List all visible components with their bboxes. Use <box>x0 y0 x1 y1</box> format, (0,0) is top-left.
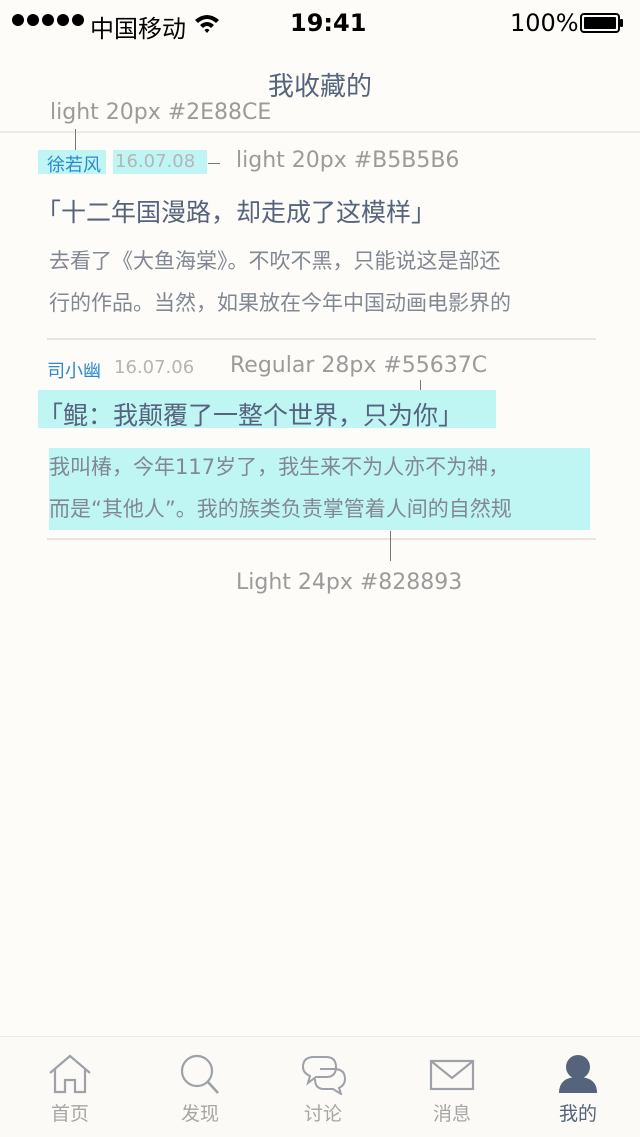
chat-icon <box>301 1056 347 1095</box>
excerpt-line: 而是“其他人”。我的族类负责掌管着人间的自然规 <box>49 497 512 521</box>
page-title: 我收藏的 <box>267 72 372 102</box>
tab-label: 讨论 <box>303 1103 342 1125</box>
article-excerpt[interactable]: 去看了《大鱼海棠》。不吹不黑，只能说这是部还 行的作品。当然，如果放在今年中国动… <box>49 240 511 324</box>
excerpt-line: 我叫椿，今年117岁了，我生来不为人亦不为神， <box>49 455 510 479</box>
article-title[interactable]: 「十二年国漫路，却走成了这模样」 <box>36 193 436 229</box>
tab-label: 发现 <box>180 1103 219 1125</box>
battery-icon <box>580 13 623 33</box>
annotation-date-spec: light 20px #B5B5B6 <box>236 148 460 173</box>
battery-percent: 100% <box>510 9 579 37</box>
annotation-title-spec: Regular 28px #55637C <box>230 353 488 378</box>
article-divider <box>47 338 596 340</box>
tab-home[interactable]: 首页 <box>20 1037 120 1137</box>
home-icon <box>49 1054 91 1094</box>
article-author[interactable]: 司小幽 <box>47 357 101 383</box>
annotation-leader-line <box>208 163 220 164</box>
search-icon <box>180 1054 219 1094</box>
mail-icon <box>429 1059 475 1091</box>
annotation-leader-line <box>390 531 391 561</box>
article-excerpt[interactable]: 我叫椿，今年117岁了，我生来不为人亦不为神， 而是“其他人”。我的族类负责掌管… <box>49 446 512 530</box>
article-divider <box>47 538 596 540</box>
status-bar: 中国移动 19:41 100% <box>0 0 640 48</box>
tab-profile[interactable]: 我的 <box>528 1037 628 1137</box>
annotation-leader-line <box>75 129 76 151</box>
annotation-author-spec: light 20px #2E88CE <box>50 100 272 125</box>
tab-bar: 首页 发现 讨论 消息 我的 <box>0 1036 640 1137</box>
tab-label: 消息 <box>432 1103 471 1125</box>
article-author[interactable]: 徐若风 <box>47 151 101 177</box>
excerpt-line: 去看了《大鱼海棠》。不吹不黑，只能说这是部还 <box>49 249 501 273</box>
status-time: 19:41 <box>290 9 367 37</box>
tab-messages[interactable]: 消息 <box>402 1037 502 1137</box>
article-title[interactable]: 「鲲：我颠覆了一整个世界，只为你」 <box>38 396 463 432</box>
article-date: 16.07.08 <box>115 151 196 172</box>
nav-divider <box>0 131 640 133</box>
signal-strength-icon <box>12 14 84 26</box>
carrier-name: 中国移动 <box>90 15 186 43</box>
tab-discover[interactable]: 发现 <box>150 1037 250 1137</box>
excerpt-line: 行的作品。当然，如果放在今年中国动画电影界的 <box>49 291 511 315</box>
wifi-icon <box>195 15 219 33</box>
user-icon <box>559 1055 597 1093</box>
annotation-body-spec: Light 24px #828893 <box>236 570 463 595</box>
tab-label: 我的 <box>558 1103 597 1125</box>
tab-discussion[interactable]: 讨论 <box>273 1037 373 1137</box>
article-date: 16.07.06 <box>114 357 195 378</box>
tab-label: 首页 <box>50 1103 89 1125</box>
